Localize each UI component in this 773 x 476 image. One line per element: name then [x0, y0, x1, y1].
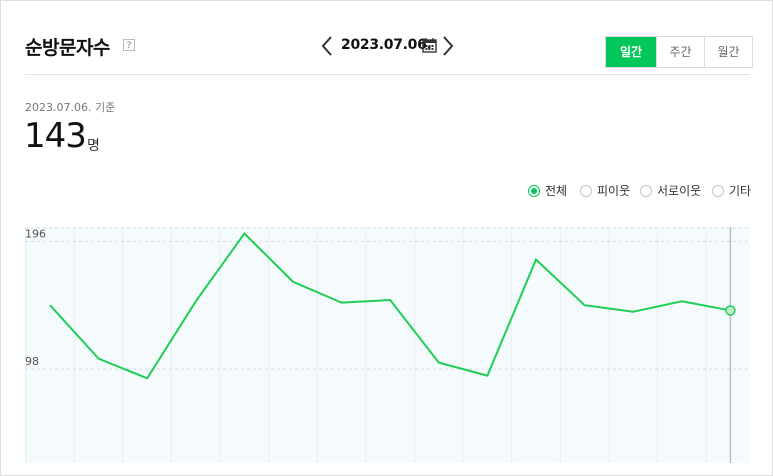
legend-mutual-neighbor[interactable]: 서로이웃: [640, 182, 701, 199]
legend-neighbor[interactable]: 피이웃: [580, 182, 630, 199]
legend-all[interactable]: 전체: [528, 182, 567, 199]
radio-icon: [712, 184, 724, 197]
data-point: [725, 305, 736, 316]
y-tick-label: 196: [25, 227, 46, 240]
visitor-count: 143: [24, 116, 87, 156]
data-point: [194, 299, 198, 303]
legend-label: 서로이웃: [657, 184, 702, 198]
chart-svg: 196 98: [25, 227, 750, 463]
data-point: [437, 361, 441, 365]
chevron-right-icon[interactable]: [441, 35, 455, 57]
data-point: [145, 376, 149, 380]
data-point: [242, 232, 246, 236]
legend-other[interactable]: 기타: [712, 182, 751, 199]
visitor-count-unit: 명: [87, 138, 100, 154]
radio-icon: [580, 184, 592, 197]
data-point: [583, 303, 587, 307]
data-point: [291, 280, 295, 284]
data-point: [631, 310, 635, 314]
calendar-icon[interactable]: [422, 37, 437, 53]
legend-label: 전체: [545, 184, 568, 198]
legend-label: 피이웃: [597, 184, 631, 198]
question-icon[interactable]: ?: [123, 39, 135, 51]
monthly-tab[interactable]: 월간: [704, 37, 752, 67]
daily-tab[interactable]: 일간: [606, 37, 656, 67]
basis-date: 2023.07.06. 기준: [25, 101, 116, 114]
data-point: [485, 374, 489, 378]
data-point: [534, 258, 538, 262]
data-point: [48, 303, 52, 307]
chevron-left-icon[interactable]: [320, 35, 334, 57]
period-toggle: 일간 주간 월간: [605, 36, 753, 68]
data-point: [340, 301, 344, 305]
data-point: [680, 299, 684, 303]
weekly-tab[interactable]: 주간: [656, 37, 704, 67]
series-line: [49, 231, 731, 380]
current-date[interactable]: 2023.07.06.: [341, 37, 432, 53]
legend-label: 기타: [729, 184, 752, 198]
data-point: [388, 298, 392, 302]
data-point: [97, 357, 101, 361]
header-divider: [25, 74, 750, 75]
radio-icon: [528, 184, 540, 197]
radio-icon: [640, 184, 652, 197]
y-tick-label: 98: [25, 355, 39, 368]
page-title: 순방문자수: [25, 37, 110, 59]
line-chart[interactable]: 196 98: [25, 227, 750, 463]
